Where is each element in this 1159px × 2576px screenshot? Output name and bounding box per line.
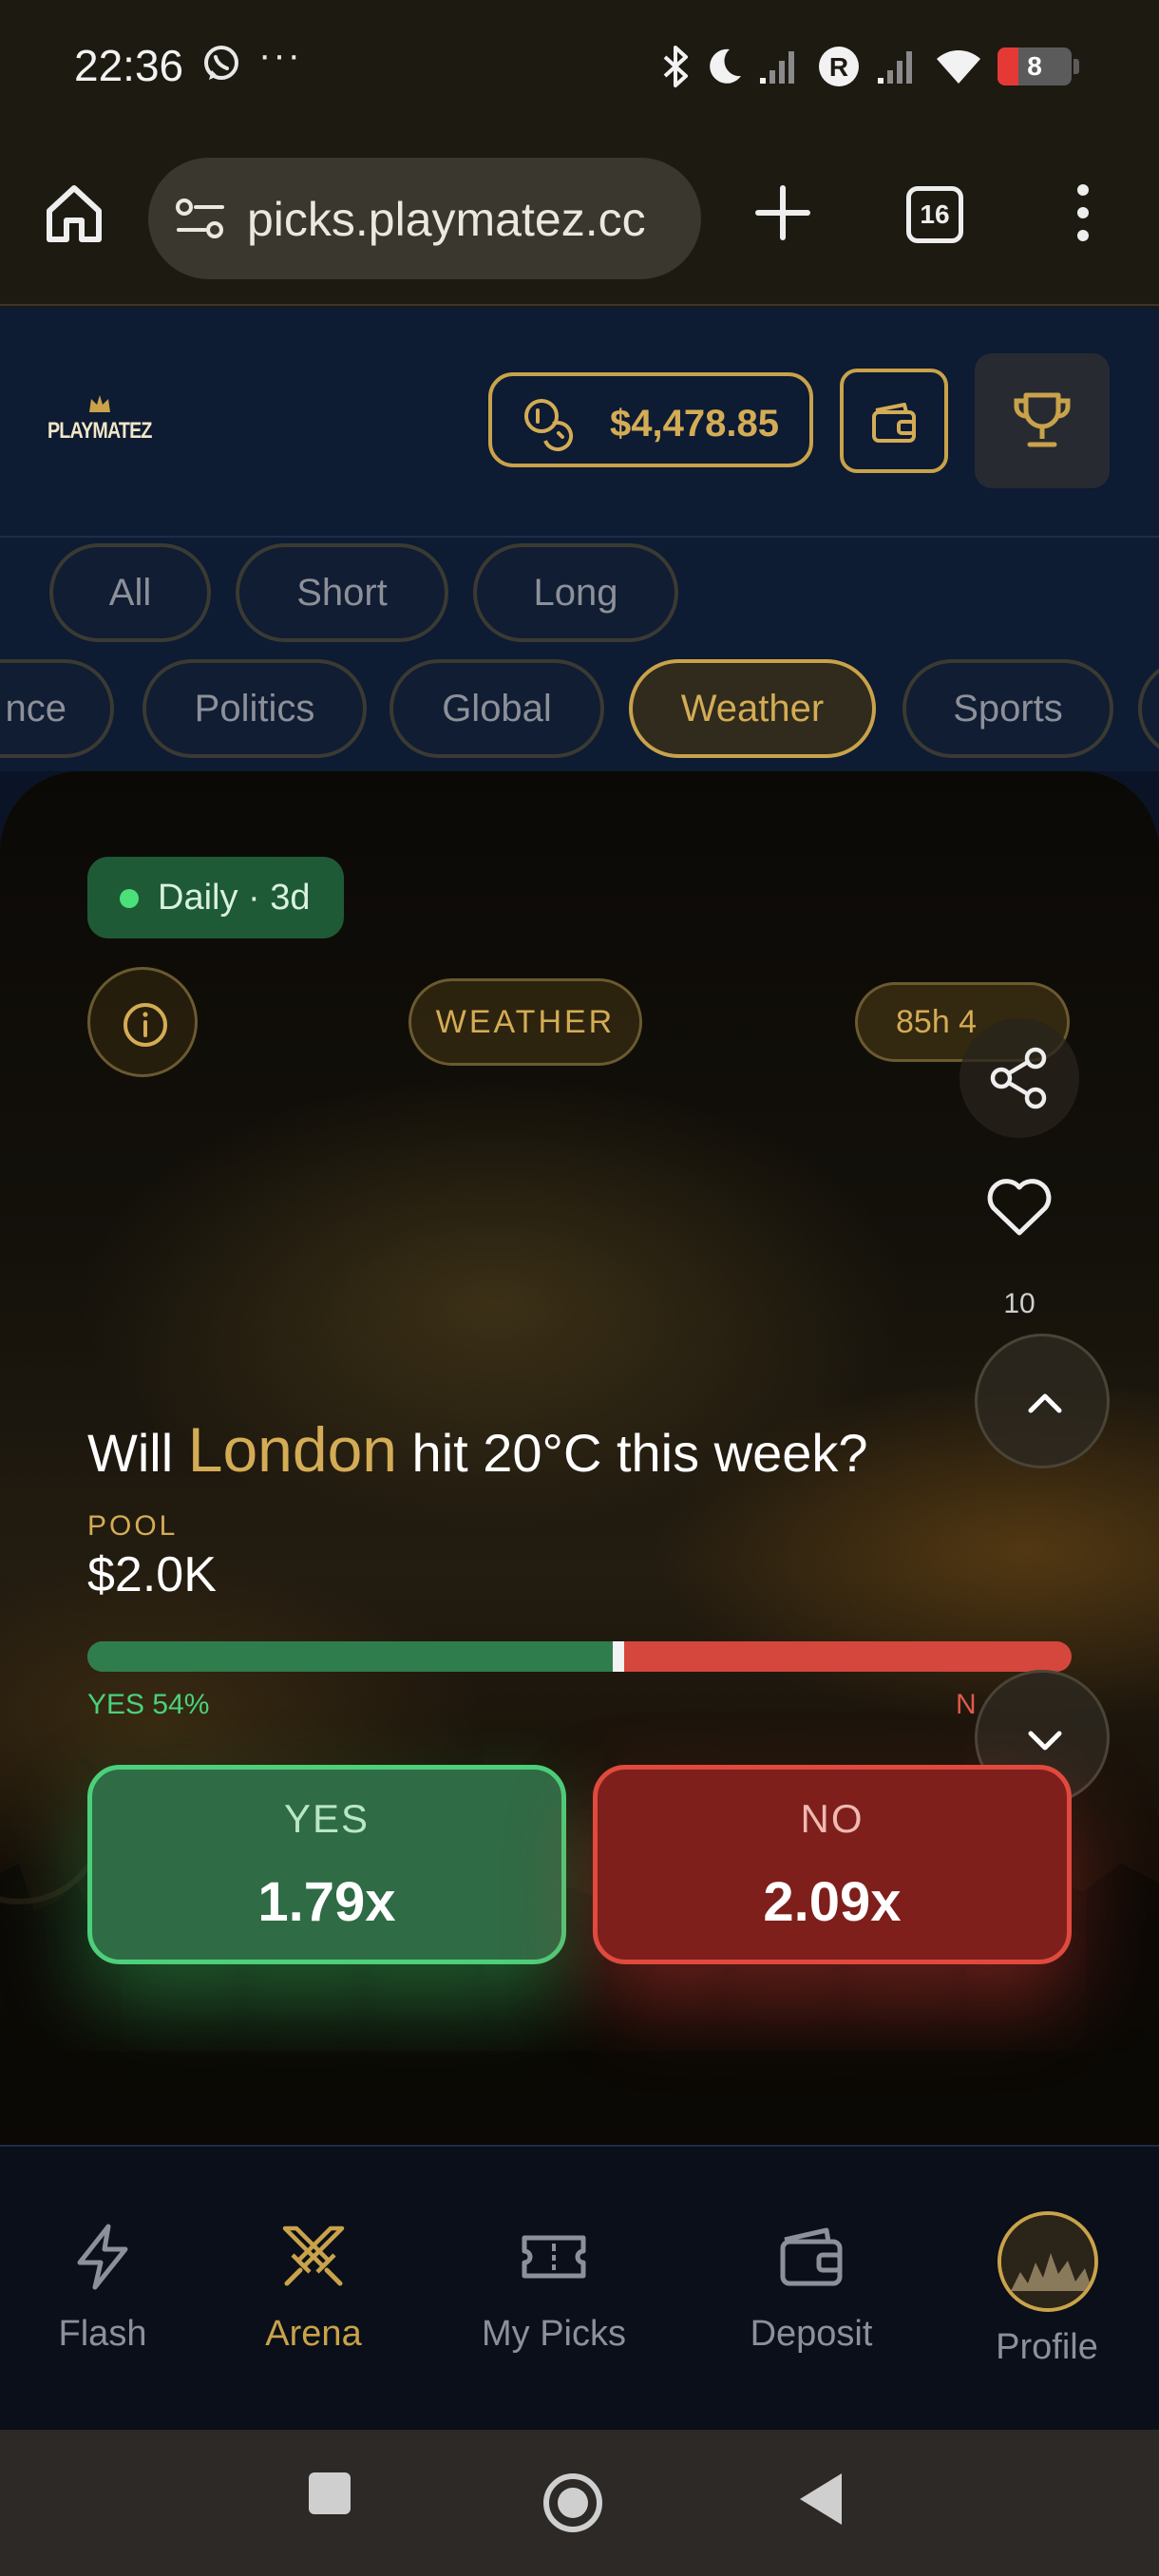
like-count: 10 <box>1003 1288 1036 1319</box>
do-not-disturb-moon-icon <box>710 48 741 84</box>
chip-duration-all[interactable]: All <box>49 543 211 642</box>
odds-divider <box>613 1641 625 1672</box>
filter-bar: All Short Long nce Politics Global Weath… <box>0 538 1159 771</box>
nav-item-profile[interactable]: Profile <box>952 2147 1142 2432</box>
market-card-background: Daily · 3d WEATHER 85h 4 10 Will London … <box>0 771 1159 2145</box>
previous-market-button[interactable] <box>975 1334 1110 1468</box>
chip-category-politics[interactable]: Politics <box>142 659 367 758</box>
nav-item-arena[interactable]: Arena <box>238 2147 390 2432</box>
notification-overflow-icon: ··· <box>258 34 302 76</box>
nav-item-flash[interactable]: Flash <box>27 2147 179 2432</box>
wifi-icon <box>937 50 980 84</box>
pool-value: $2.0K <box>87 1547 217 1602</box>
status-time: 22:36 <box>74 41 184 90</box>
whatsapp-icon <box>204 46 238 80</box>
tab-switcher-button[interactable]: 16 <box>906 186 963 243</box>
chevron-up-icon <box>1028 1393 1062 1413</box>
frequency-label: Daily · 3d <box>158 878 311 918</box>
heart-icon[interactable] <box>984 1172 1054 1242</box>
trophy-icon <box>1014 392 1071 447</box>
odds-split-bar <box>87 1641 1072 1672</box>
info-icon <box>124 1003 167 1047</box>
more-menu-icon[interactable] <box>1068 182 1098 243</box>
info-button[interactable] <box>87 967 198 1077</box>
system-navigation-bar <box>0 2430 1159 2576</box>
chip-category-global[interactable]: Global <box>390 659 604 758</box>
chip-category-weather[interactable]: Weather <box>629 659 876 758</box>
chevron-down-icon <box>1028 1731 1062 1751</box>
chip-duration-long[interactable]: Long <box>473 543 678 642</box>
yes-pick-button[interactable]: YES 1.79x <box>87 1765 566 1964</box>
home-icon[interactable] <box>42 180 106 245</box>
svg-text:R: R <box>829 52 848 82</box>
balance-button[interactable]: $4,478.85 <box>488 372 813 467</box>
avatar <box>998 2211 1098 2312</box>
status-bar: 22:36 ··· R 8 <box>0 0 1159 133</box>
site-settings-icon[interactable] <box>175 196 226 241</box>
frequency-badge: Daily · 3d <box>87 857 344 938</box>
category-pill: WEATHER <box>408 978 642 1066</box>
crown-icon <box>89 395 110 412</box>
new-tab-icon[interactable] <box>752 182 813 243</box>
nav-item-my-picks[interactable]: My Picks <box>464 2147 644 2432</box>
app-header: PLAYMATEZ $4,478.85 <box>0 308 1159 538</box>
nav-label-arena: Arena <box>265 2314 362 2354</box>
home-circle-icon[interactable] <box>542 2468 604 2538</box>
live-dot <box>120 889 139 908</box>
chip-duration-short[interactable]: Short <box>236 543 448 642</box>
recents-square-icon[interactable] <box>306 2468 353 2519</box>
yes-label: YES <box>283 1796 370 1841</box>
roaming-r-icon: R <box>819 47 859 86</box>
chip-category-finance[interactable]: nce <box>0 659 114 758</box>
yes-percent-label: YES 54% <box>87 1689 210 1720</box>
no-odds: 2.09x <box>763 1871 902 1933</box>
no-pick-button[interactable]: NO 2.09x <box>593 1765 1072 1964</box>
url-text[interactable]: picks.playmatez.cc <box>247 192 646 247</box>
back-triangle-icon[interactable] <box>794 2468 846 2530</box>
signal-icon <box>878 51 912 84</box>
signal-icon <box>760 51 794 84</box>
market-question: Will London hit 20°C this week? <box>87 1413 942 1486</box>
nav-label-profile: Profile <box>996 2327 1098 2367</box>
question-suffix: hit 20°C this week? <box>397 1423 868 1483</box>
playmatez-logo[interactable]: PLAYMATEZ <box>48 388 162 454</box>
battery-level: 8 <box>1027 51 1042 81</box>
yes-odds: 1.79x <box>257 1871 396 1933</box>
share-icon <box>990 1047 1047 1109</box>
chip-category-next[interactable] <box>1138 659 1159 758</box>
pool-label: POOL <box>87 1510 179 1542</box>
coins-icon <box>524 399 574 451</box>
market-card: Daily · 3d WEATHER 85h 4 10 Will London … <box>0 771 1159 2145</box>
yes-share-fill <box>87 1641 619 1672</box>
address-bar[interactable]: picks.playmatez.cc <box>148 158 701 279</box>
battery-cap <box>1074 59 1079 74</box>
leaderboard-button[interactable] <box>975 353 1110 488</box>
nav-item-deposit[interactable]: Deposit <box>726 2147 897 2432</box>
crossed-swords-icon <box>282 2226 345 2286</box>
nav-label-deposit: Deposit <box>750 2314 873 2354</box>
chip-category-sports[interactable]: Sports <box>902 659 1113 758</box>
lightning-icon <box>77 2224 128 2290</box>
bluetooth-icon <box>663 46 688 87</box>
battery-icon: 8 <box>998 47 1072 85</box>
wallet-button[interactable] <box>840 369 948 473</box>
share-button[interactable] <box>960 1018 1079 1138</box>
balance-amount: $4,478.85 <box>610 403 779 445</box>
bottom-nav: Flash Arena My Picks Deposit Profile <box>0 2145 1159 2430</box>
nav-label-my-picks: My Picks <box>482 2314 626 2354</box>
nav-label-flash: Flash <box>58 2314 147 2354</box>
wallet-icon <box>780 2227 843 2286</box>
no-percent-label: N <box>956 1689 977 1720</box>
question-highlight: London <box>187 1414 397 1485</box>
no-label: NO <box>800 1796 864 1841</box>
status-icons: R 8 <box>661 40 1079 93</box>
logo-text: PLAYMATEZ <box>48 418 152 444</box>
wallet-icon <box>872 403 916 443</box>
browser-toolbar: picks.playmatez.cc 16 <box>0 133 1159 306</box>
ticket-icon <box>522 2235 586 2279</box>
question-prefix: Will <box>87 1423 188 1483</box>
